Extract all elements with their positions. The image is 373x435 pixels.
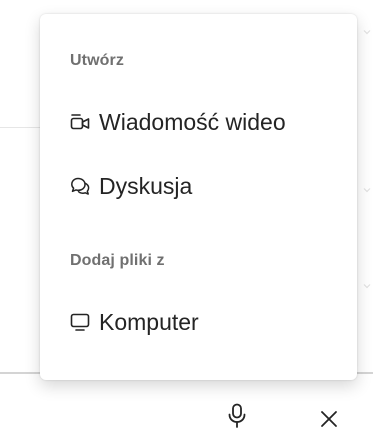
close-button[interactable]: [313, 403, 345, 435]
section-header-add-files: Dodaj pliki z: [70, 252, 165, 269]
microphone-icon: [228, 403, 246, 428]
chevron-down-icon: [363, 188, 371, 193]
menu-item-label: Komputer: [99, 308, 199, 335]
video-icon: [68, 110, 92, 134]
close-icon: [321, 411, 337, 427]
section-header-create: Utwórz: [70, 52, 124, 69]
chevron-down-icon: [363, 284, 371, 289]
chevron-down-icon: [363, 30, 371, 35]
menu-item-video-message[interactable]: Wiadomość wideo: [40, 100, 357, 144]
monitor-icon: [68, 310, 92, 334]
menu-item-computer[interactable]: Komputer: [40, 300, 357, 344]
menu-item-label: Dyskusja: [99, 172, 193, 199]
attach-menu: Utwórz Wiadomość wideo Dyskusja Dodaj pl…: [40, 14, 357, 380]
menu-item-label: Wiadomość wideo: [99, 108, 286, 135]
menu-item-discussion[interactable]: Dyskusja: [40, 164, 357, 208]
background-divider: [0, 127, 40, 128]
microphone-button[interactable]: [221, 400, 253, 432]
chat-bubbles-icon: [68, 174, 92, 198]
